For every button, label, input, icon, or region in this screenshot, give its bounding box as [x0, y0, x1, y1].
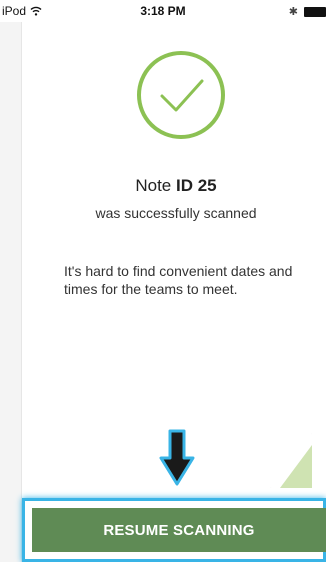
scan-success-screen: iPod 3:18 PM ✱ Note ID 25 was successful…: [0, 0, 326, 562]
page-fold-icon: [280, 445, 312, 488]
status-time: 3:18 PM: [140, 4, 186, 18]
resume-scanning-button[interactable]: RESUME SCANNING: [32, 508, 326, 552]
status-right: ✱: [289, 5, 326, 18]
left-edge-strip: [0, 0, 22, 562]
checkmark-circle-icon: [137, 51, 225, 139]
battery-icon: [304, 6, 326, 17]
note-id-line: Note ID 25: [0, 176, 326, 196]
bluetooth-icon: ✱: [288, 6, 298, 18]
note-text: It's hard to find convenient dates and t…: [64, 263, 293, 297]
note-label: Note: [135, 176, 172, 195]
status-bar: iPod 3:18 PM ✱: [0, 0, 326, 22]
note-id: ID 25: [176, 176, 217, 195]
down-arrow-icon: [159, 429, 195, 486]
scan-success-message: was successfully scanned: [95, 205, 257, 221]
